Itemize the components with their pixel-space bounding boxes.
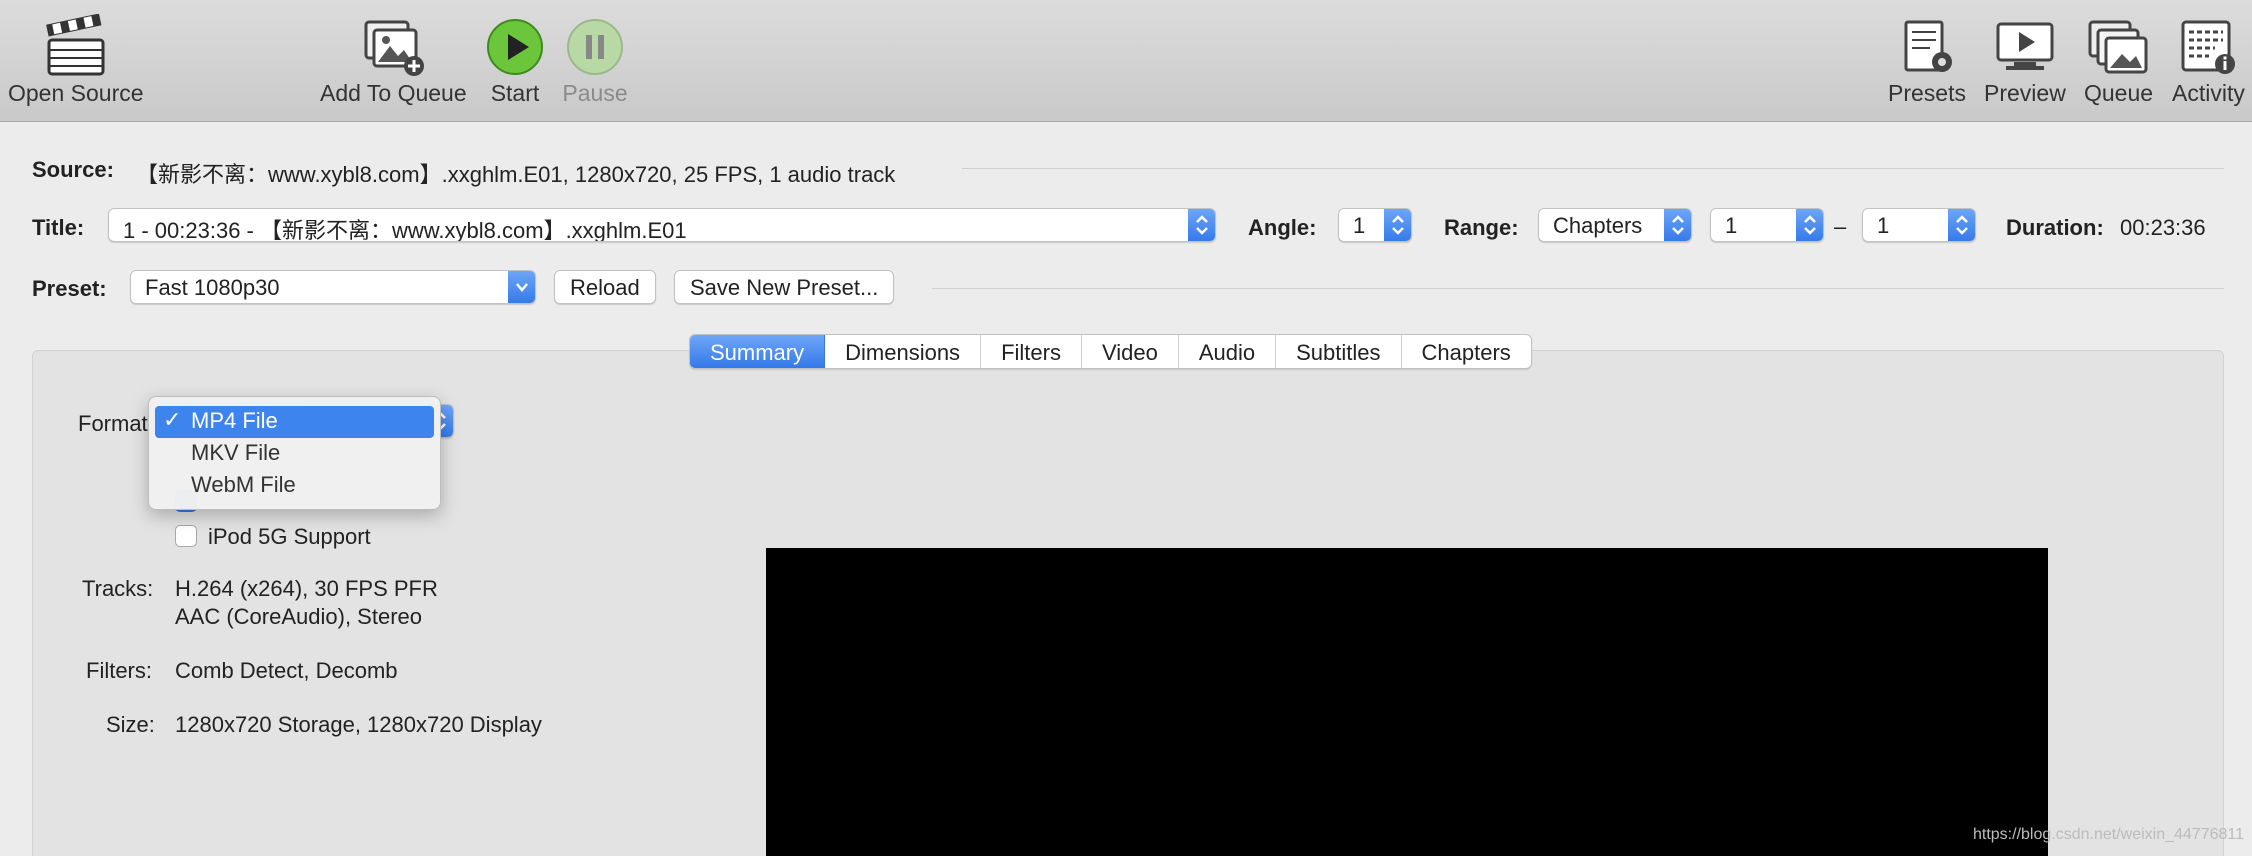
format-option-mkv[interactable]: MKV File bbox=[149, 438, 440, 470]
updown-arrows-icon bbox=[1956, 215, 1968, 235]
checkmark-icon: ✓ bbox=[163, 407, 182, 432]
preset-select[interactable]: Fast 1080p30 bbox=[130, 270, 536, 304]
source-value: 【新影不离：www.xybl8.com】.xxghlm.E01, 1280x72… bbox=[136, 162, 896, 187]
format-option-webm-label: WebM File bbox=[191, 472, 296, 497]
format-option-mp4-label: MP4 File bbox=[191, 408, 278, 433]
ipod-5g-checkbox[interactable] bbox=[175, 525, 197, 547]
tab-video[interactable]: Video bbox=[1082, 335, 1179, 368]
presets-label: Presets bbox=[1888, 80, 1966, 106]
queue-button[interactable]: Queue bbox=[2084, 14, 2153, 107]
size-label: Size: bbox=[106, 712, 155, 737]
preset-label: Preset: bbox=[32, 276, 107, 301]
activity-button[interactable]: Activity bbox=[2172, 14, 2245, 107]
tab-filters[interactable]: Filters bbox=[981, 335, 1082, 368]
presets-icon bbox=[1904, 20, 1952, 72]
chevron-down-icon bbox=[516, 283, 528, 292]
preview-label: Preview bbox=[1984, 80, 2066, 106]
watermark: https://blog.csdn.net/weixin_44776811 bbox=[1972, 826, 2244, 843]
tab-audio[interactable]: Audio bbox=[1179, 335, 1277, 368]
updown-arrows-icon bbox=[1392, 215, 1404, 235]
tab-chapters[interactable]: Chapters bbox=[1402, 335, 1531, 368]
format-option-webm[interactable]: WebM File bbox=[149, 470, 440, 502]
start-label: Start bbox=[490, 80, 540, 106]
tab-bar: Summary Dimensions Filters Video Audio S… bbox=[689, 334, 1532, 369]
tracks-line-2: AAC (CoreAudio), Stereo bbox=[175, 604, 422, 629]
range-type-stepper bbox=[1664, 209, 1691, 241]
open-source-label: Open Source bbox=[8, 80, 144, 106]
format-option-mp4[interactable]: ✓ MP4 File bbox=[155, 406, 434, 438]
angle-select-value: 1 bbox=[1353, 213, 1366, 238]
format-option-mkv-label: MKV File bbox=[191, 440, 281, 465]
clapperboard-icon bbox=[45, 14, 105, 76]
tab-dimensions[interactable]: Dimensions bbox=[825, 335, 982, 368]
duration-value: 00:23:36 bbox=[2120, 215, 2206, 240]
duration-label: Duration: bbox=[2006, 215, 2104, 240]
save-new-preset-button[interactable]: Save New Preset... bbox=[674, 270, 895, 304]
title-select-value: 1 - 00:23:36 - 【新影不离：www.xybl8.com】.xxgh… bbox=[123, 218, 687, 242]
title-select[interactable]: 1 - 00:23:36 - 【新影不离：www.xybl8.com】.xxgh… bbox=[108, 208, 1216, 242]
updown-arrows-icon bbox=[1672, 215, 1684, 235]
queue-icon bbox=[2088, 20, 2148, 74]
preview-area bbox=[766, 548, 2048, 856]
range-type-select[interactable]: Chapters bbox=[1538, 208, 1692, 242]
range-end-select[interactable]: 1 bbox=[1862, 208, 1976, 242]
source-divider bbox=[962, 168, 2224, 169]
range-end-value: 1 bbox=[1877, 213, 1890, 238]
format-dropdown-menu: ✓ MP4 File MKV File WebM File bbox=[148, 396, 441, 510]
preview-icon bbox=[1996, 22, 2054, 70]
toolbar: Open Source Add To Queue Start Pause Pre… bbox=[0, 0, 2252, 122]
ipod-5g-label: iPod 5G Support bbox=[208, 524, 371, 549]
add-to-queue-label: Add To Queue bbox=[320, 80, 467, 106]
queue-label: Queue bbox=[2084, 80, 2154, 106]
tracks-label: Tracks: bbox=[82, 576, 154, 601]
preview-button[interactable]: Preview bbox=[1984, 14, 2066, 107]
angle-select-stepper bbox=[1384, 209, 1411, 241]
range-start-value: 1 bbox=[1725, 213, 1738, 238]
play-icon bbox=[487, 19, 543, 75]
title-label: Title: bbox=[32, 215, 85, 240]
format-label: Format bbox=[78, 411, 148, 436]
range-end-stepper bbox=[1948, 209, 1975, 241]
angle-label: Angle: bbox=[1248, 215, 1317, 240]
updown-arrows-icon bbox=[1196, 215, 1208, 235]
tab-subtitles[interactable]: Subtitles bbox=[1276, 335, 1402, 368]
source-label: Source: bbox=[32, 157, 114, 182]
title-select-stepper bbox=[1188, 209, 1215, 241]
tracks-line-1: H.264 (x264), 30 FPS PFR bbox=[175, 576, 438, 601]
preset-select-stepper bbox=[508, 271, 535, 303]
start-button[interactable]: Start bbox=[482, 14, 548, 107]
angle-select[interactable]: 1 bbox=[1338, 208, 1412, 242]
pause-button[interactable]: Pause bbox=[562, 14, 628, 107]
pause-label: Pause bbox=[562, 80, 628, 106]
range-start-stepper bbox=[1796, 209, 1823, 241]
range-label: Range: bbox=[1444, 215, 1519, 240]
activity-icon bbox=[2181, 20, 2236, 74]
range-dash: – bbox=[1834, 214, 1847, 239]
filters-label: Filters: bbox=[86, 658, 152, 683]
updown-arrows-icon bbox=[1804, 215, 1816, 235]
preset-divider bbox=[932, 288, 2224, 289]
presets-button[interactable]: Presets bbox=[1888, 14, 1966, 107]
tab-summary[interactable]: Summary bbox=[690, 335, 826, 368]
pause-icon bbox=[567, 19, 623, 75]
reload-button[interactable]: Reload bbox=[554, 270, 656, 304]
add-to-queue-icon bbox=[364, 20, 425, 76]
add-to-queue-button[interactable]: Add To Queue bbox=[320, 14, 467, 107]
range-start-select[interactable]: 1 bbox=[1710, 208, 1824, 242]
activity-label: Activity bbox=[2172, 80, 2245, 106]
size-value: 1280x720 Storage, 1280x720 Display bbox=[175, 712, 542, 737]
range-type-value: Chapters bbox=[1553, 213, 1643, 238]
preset-select-value: Fast 1080p30 bbox=[145, 275, 280, 300]
open-source-button[interactable]: Open Source bbox=[8, 14, 144, 107]
filters-value: Comb Detect, Decomb bbox=[175, 658, 398, 683]
